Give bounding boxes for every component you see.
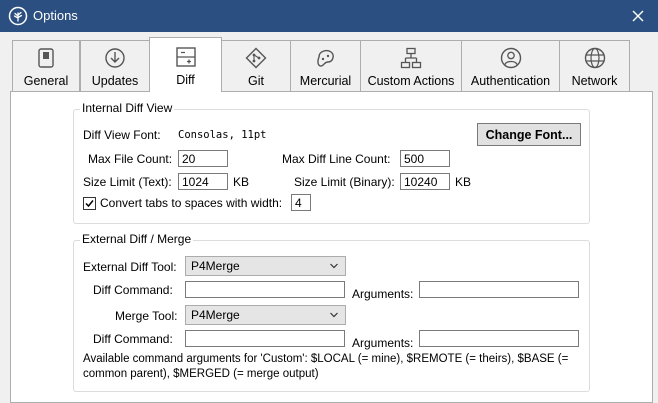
max-line-count-field[interactable] [400, 150, 450, 167]
size-limit-binary-unit: KB [455, 175, 472, 189]
max-file-count-label: Max File Count: [88, 152, 173, 166]
tab-width-field[interactable] [291, 194, 311, 211]
chevron-down-icon [330, 312, 338, 318]
git-icon [245, 47, 267, 69]
tab-updates[interactable]: Updates [80, 40, 150, 91]
convert-tabs-checkbox[interactable] [83, 197, 96, 210]
merge-tool-select[interactable]: P4Merge [185, 305, 346, 325]
diff-command-field[interactable] [185, 281, 345, 298]
tab-mercurial[interactable]: Mercurial [290, 40, 361, 91]
change-font-button[interactable]: Change Font... [477, 123, 581, 146]
user-icon [500, 47, 521, 69]
diff-arguments-field[interactable] [419, 281, 579, 298]
tab-authentication[interactable]: Authentication [461, 40, 560, 91]
tab-label: Custom Actions [367, 74, 455, 88]
diff-font-label: Diff View Font: [83, 128, 161, 142]
diff-arguments-label: Arguments: [352, 287, 414, 301]
tab-diff[interactable]: Diff [149, 37, 222, 92]
close-button[interactable] [626, 5, 650, 27]
checkmark-icon [85, 200, 94, 208]
merge-arguments-field[interactable] [419, 330, 579, 347]
diff-command-label: Diff Command: [93, 283, 173, 297]
chevron-down-icon [330, 263, 338, 269]
tab-label: Network [571, 74, 618, 88]
external-diff-tool-label: External Diff Tool: [83, 260, 177, 274]
merge-tool-label: Merge Tool: [115, 309, 178, 323]
window-title: Options [33, 8, 78, 23]
max-file-count-field[interactable] [178, 150, 228, 167]
size-limit-text-label: Size Limit (Text): [83, 175, 172, 189]
tab-git[interactable]: Git [221, 40, 291, 91]
tab-label: Git [248, 74, 264, 88]
group-title: External Diff / Merge [80, 232, 194, 246]
group-title: Internal Diff View [80, 101, 175, 115]
external-diff-tool-select[interactable]: P4Merge [185, 256, 346, 276]
close-icon [632, 10, 644, 22]
tab-label: General [23, 74, 69, 88]
switch-icon [38, 48, 54, 68]
tab-network[interactable]: Network [559, 40, 630, 91]
size-limit-text-unit: KB [233, 175, 250, 189]
tab-general[interactable]: General [12, 40, 80, 91]
tab-label: Authentication [470, 74, 551, 88]
mercurial-icon [316, 49, 334, 67]
title-bar: Options [0, 0, 658, 32]
selected-value: P4Merge [191, 259, 240, 273]
diff-icon [175, 47, 196, 67]
tab-label: Updates [91, 74, 139, 88]
diff-font-value: Consolas, 11pt [178, 129, 267, 141]
external-diff-group: External Diff / Merge External Diff Tool… [73, 232, 590, 392]
flowchart-icon [400, 47, 422, 69]
merge-command-label: Diff Command: [93, 332, 173, 346]
size-limit-binary-label: Size Limit (Binary): [294, 175, 395, 189]
merge-command-field[interactable] [185, 330, 345, 347]
convert-tabs-label: Convert tabs to spaces with width: [100, 196, 283, 210]
size-limit-text-field[interactable] [178, 173, 228, 190]
command-arguments-hint: Available command arguments for 'Custom'… [83, 353, 569, 380]
app-logo-icon [8, 6, 28, 26]
diff-settings-panel: Internal Diff View Diff View Font: Conso… [10, 91, 653, 403]
tab-custom-actions[interactable]: Custom Actions [360, 40, 462, 91]
tab-label: Mercurial [299, 74, 352, 88]
globe-icon [584, 47, 605, 69]
internal-diff-group: Internal Diff View Diff View Font: Conso… [73, 101, 590, 224]
merge-arguments-label: Arguments: [352, 336, 414, 350]
selected-value: P4Merge [191, 308, 240, 322]
max-line-count-label: Max Diff Line Count: [282, 152, 391, 166]
download-circle-icon [105, 48, 125, 68]
size-limit-binary-field[interactable] [400, 173, 450, 190]
tab-label: Diff [176, 73, 195, 87]
